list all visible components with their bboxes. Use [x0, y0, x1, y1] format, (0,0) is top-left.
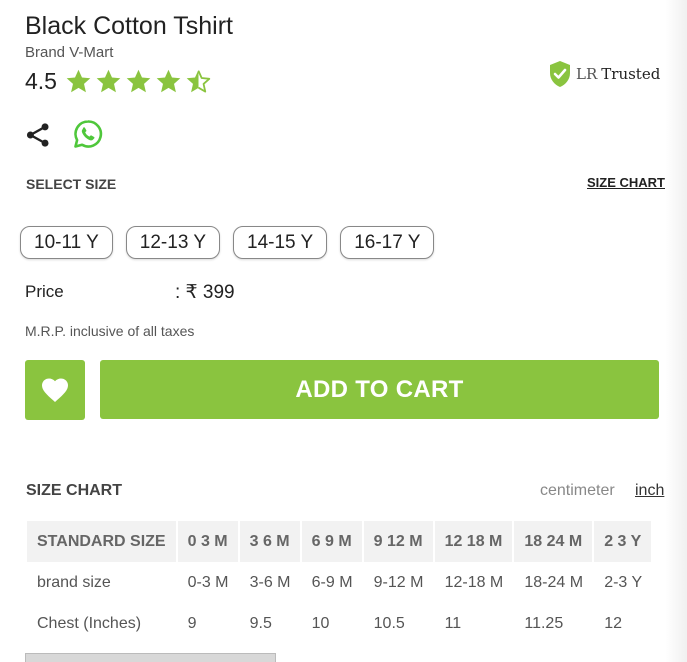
- size-option-16-17y[interactable]: 16-17 Y: [340, 226, 435, 259]
- table-cell: 0-3 M: [187, 573, 229, 591]
- table-cell: 9.5: [249, 614, 272, 632]
- star-icon: [96, 69, 121, 93]
- size-option-12-13y[interactable]: 12-13 Y: [125, 226, 220, 259]
- star-half-icon: [186, 69, 211, 93]
- size-chart-table: STANDARD SIZE 0 3 M 3 6 M 6 9 M 9 12 M 1…: [27, 521, 654, 644]
- table-cell: 2-3 Y: [604, 573, 643, 591]
- star-icon: [126, 69, 151, 93]
- table-cell: 11: [444, 614, 462, 632]
- select-size-heading: SELECT SIZE: [26, 176, 117, 192]
- unit-inch-toggle[interactable]: inch: [635, 482, 664, 500]
- row-label: Chest (Inches): [37, 614, 142, 632]
- table-cell: 12: [604, 614, 622, 632]
- shield-check-icon: [550, 61, 570, 87]
- table-cell: 9-12 M: [373, 573, 424, 591]
- star-icon: [156, 69, 181, 93]
- page-edge-shadow: [665, 0, 687, 662]
- lr-trusted-badge: LR Trusted: [548, 60, 660, 88]
- price-label: Price: [25, 282, 64, 301]
- product-title: Black Cotton Tshirt: [25, 12, 233, 40]
- header-cell: 12 18 M: [434, 521, 515, 562]
- unit-centimeter-toggle[interactable]: centimeter: [540, 482, 615, 500]
- star-icon: [66, 69, 91, 93]
- rating-value: 4.5: [25, 68, 57, 94]
- header-cell: 3 6 M: [239, 521, 302, 562]
- table-cell: 3-6 M: [249, 573, 291, 591]
- size-option-14-15y[interactable]: 14-15 Y: [233, 226, 328, 259]
- rating-row: 4.5: [25, 68, 212, 95]
- size-chart-header-row: STANDARD SIZE 0 3 M 3 6 M 6 9 M 9 12 M 1…: [27, 521, 654, 562]
- header-cell: 0 3 M: [177, 521, 240, 562]
- header-cell: 6 9 M: [301, 521, 364, 562]
- price-value: : ₹ 399: [175, 282, 235, 303]
- row-label: brand size: [37, 573, 111, 591]
- trusted-label: Trusted: [601, 65, 661, 83]
- size-chart-heading: SIZE CHART: [26, 482, 122, 499]
- mrp-note: M.R.P. inclusive of all taxes: [25, 323, 195, 339]
- header-cell: 18 24 M: [514, 521, 595, 562]
- table-cell: 9: [187, 614, 197, 632]
- add-to-cart-button[interactable]: ADD TO CART: [100, 360, 659, 419]
- table-cell: 10.5: [373, 614, 405, 632]
- table-cell: 18-24 M: [524, 573, 584, 591]
- header-standard-size: STANDARD SIZE: [27, 521, 178, 562]
- rating-stars: [65, 68, 212, 95]
- share-icon[interactable]: [25, 122, 51, 148]
- header-cell: 2 3 Y: [594, 521, 654, 562]
- product-brand: Brand V-Mart: [25, 44, 114, 61]
- whatsapp-icon[interactable]: [73, 119, 103, 149]
- table-row: brand size 0-3 M 3-6 M 6-9 M 9-12 M 12-1…: [27, 562, 653, 603]
- table-cell: 12-18 M: [444, 573, 504, 591]
- table-cell: 6-9 M: [311, 573, 353, 591]
- table-cell: 10: [311, 614, 330, 632]
- bottom-scroll-bar[interactable]: [25, 653, 276, 662]
- table-cell: 11.25: [524, 614, 564, 632]
- size-option-10-11y[interactable]: 10-11 Y: [20, 226, 113, 259]
- size-options: 10-11 Y 12-13 Y 14-15 Y 16-17 Y: [20, 226, 435, 259]
- size-chart-link[interactable]: SIZE CHART: [587, 175, 665, 190]
- trusted-prefix: LR: [576, 65, 598, 83]
- wishlist-button[interactable]: [25, 360, 85, 420]
- header-cell: 9 12 M: [363, 521, 435, 562]
- table-row: Chest (Inches) 9 9.5 10 10.5 11 11.25 12: [27, 603, 653, 644]
- heart-icon: [42, 378, 68, 402]
